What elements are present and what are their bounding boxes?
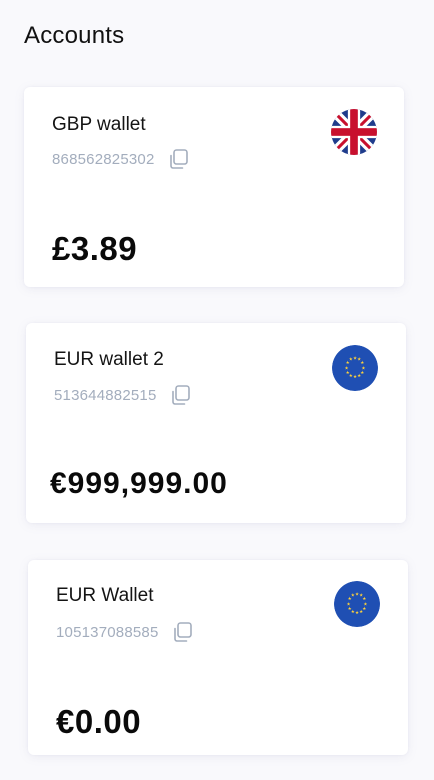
account-number-row: 868562825302: [52, 147, 191, 171]
account-card-eur[interactable]: EUR Wallet 105137088585 ★ ★ ★ ★ ★ ★ ★ ★ …: [28, 560, 408, 755]
account-balance: £3.89: [52, 230, 138, 267]
svg-text:★: ★: [351, 593, 355, 599]
account-number: 868562825302: [52, 150, 155, 168]
eu-flag-icon: ★ ★ ★ ★ ★ ★ ★ ★ ★ ★ ★ ★: [334, 581, 380, 627]
account-number: 105137088585: [56, 623, 159, 641]
account-name: EUR wallet 2: [54, 349, 164, 370]
svg-text:★: ★: [347, 602, 351, 608]
svg-text:★: ★: [353, 374, 357, 380]
svg-text:★: ★: [349, 357, 353, 363]
eu-flag-icon: ★ ★ ★ ★ ★ ★ ★ ★ ★ ★ ★ ★: [332, 345, 378, 391]
account-card-gbp[interactable]: GBP wallet 868562825302 £3.89: [24, 87, 404, 287]
svg-text:★: ★: [359, 609, 363, 615]
svg-text:★: ★: [362, 596, 366, 602]
uk-flag-icon: [331, 109, 377, 155]
account-name: GBP wallet: [52, 114, 146, 135]
svg-text:★: ★: [355, 610, 359, 616]
account-name: EUR Wallet: [56, 585, 154, 606]
account-card-eur-2[interactable]: EUR wallet 2 513644882515 ★ ★ ★ ★ ★ ★ ★ …: [26, 323, 406, 523]
accounts-screen: Accounts GBP wallet 868562825302 £3.89 E…: [0, 0, 434, 780]
account-number-row: 513644882515: [54, 383, 193, 407]
svg-text:★: ★: [357, 373, 361, 379]
account-number-row: 105137088585: [56, 620, 195, 644]
copy-icon[interactable]: [167, 147, 191, 171]
svg-text:★: ★: [360, 360, 364, 366]
account-balance: €999,999.00: [50, 467, 228, 500]
account-number: 513644882515: [54, 386, 157, 404]
page-title: Accounts: [24, 22, 125, 49]
copy-icon[interactable]: [169, 383, 193, 407]
copy-icon[interactable]: [171, 620, 195, 644]
account-balance: €0.00: [56, 703, 142, 740]
svg-text:★: ★: [345, 366, 349, 372]
